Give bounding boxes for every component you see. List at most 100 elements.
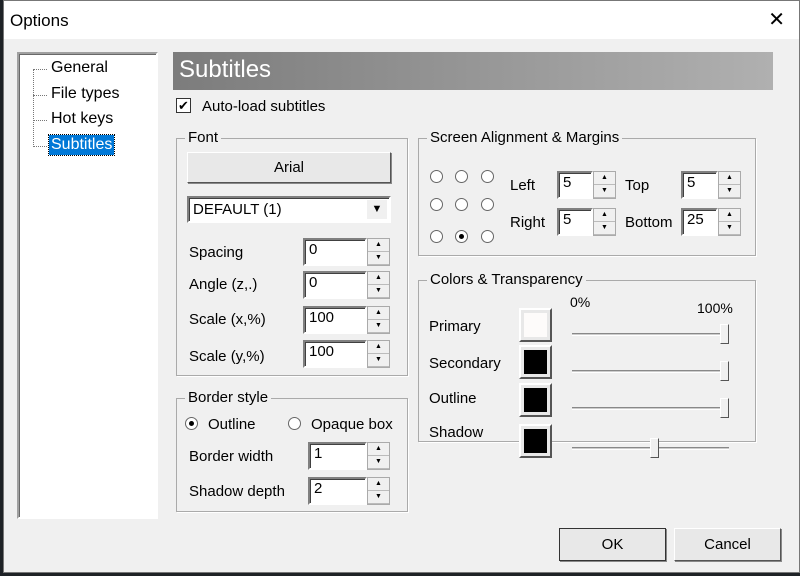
spin-down-icon[interactable]: ▼ [368, 252, 389, 265]
spin-down-icon[interactable]: ▼ [368, 456, 389, 469]
spin-down-icon[interactable]: ▼ [368, 491, 389, 504]
align-middle-left-radio[interactable] [430, 198, 443, 211]
tree-item-subtitles[interactable]: Subtitles [47, 134, 116, 156]
top-margin-stepper[interactable]: ▲ ▼ [718, 171, 741, 199]
spin-down-icon[interactable]: ▼ [368, 354, 389, 367]
scale-x-stepper[interactable]: ▲ ▼ [367, 306, 390, 334]
alignment-legend: Screen Alignment & Margins [427, 129, 623, 146]
align-top-left-radio[interactable] [430, 170, 443, 183]
outline-color-label: Outline [429, 390, 477, 407]
colors-legend: Colors & Transparency [427, 271, 586, 288]
tree-item-hot-keys[interactable]: Hot keys [49, 109, 115, 129]
slider-thumb[interactable] [720, 398, 729, 418]
shadow-depth-label: Shadow depth [189, 483, 285, 500]
spacing-input[interactable]: 0 [303, 238, 367, 266]
spin-down-icon[interactable]: ▼ [368, 285, 389, 298]
right-margin-stepper[interactable]: ▲ ▼ [593, 208, 616, 236]
page-title: Subtitles [173, 52, 773, 90]
spin-down-icon[interactable]: ▼ [594, 222, 615, 235]
spin-up-icon[interactable]: ▲ [719, 209, 740, 222]
spin-up-icon[interactable]: ▲ [368, 478, 389, 491]
spin-up-icon[interactable]: ▲ [368, 341, 389, 354]
border-width-stepper[interactable]: ▲ ▼ [367, 442, 390, 470]
primary-opacity-slider[interactable] [572, 324, 729, 344]
spacing-stepper[interactable]: ▲ ▼ [367, 238, 390, 266]
right-margin-input[interactable]: 5 [557, 208, 593, 236]
scale-x-input[interactable]: 100 [303, 306, 367, 334]
tree-item-file-types[interactable]: File types [49, 84, 121, 104]
align-bottom-center-radio[interactable] [455, 230, 468, 243]
primary-color-swatch[interactable] [519, 308, 552, 342]
font-button[interactable]: Arial [187, 152, 391, 183]
align-bottom-left-radio[interactable] [430, 230, 443, 243]
spin-up-icon[interactable]: ▲ [368, 443, 389, 456]
left-margin-label: Left [510, 177, 536, 194]
title-bar: Options ✕ [4, 1, 799, 39]
spin-up-icon[interactable]: ▲ [368, 239, 389, 252]
align-bottom-right-radio[interactable] [481, 230, 494, 243]
charset-select[interactable]: DEFAULT (1) ▼ [187, 196, 391, 223]
shadow-opacity-slider[interactable] [572, 438, 729, 458]
outline-radio-label: Outline [208, 416, 256, 433]
slider-thumb[interactable] [720, 324, 729, 344]
spin-down-icon[interactable]: ▼ [719, 185, 740, 198]
scale-y-input[interactable]: 100 [303, 340, 367, 368]
top-margin-input[interactable]: 5 [681, 171, 718, 199]
left-margin-stepper[interactable]: ▲ ▼ [593, 171, 616, 199]
shadow-depth-stepper[interactable]: ▲ ▼ [367, 477, 390, 505]
charset-value: DEFAULT (1) [193, 201, 282, 218]
spin-up-icon[interactable]: ▲ [594, 209, 615, 222]
secondary-color-swatch[interactable] [519, 345, 552, 379]
spin-up-icon[interactable]: ▲ [594, 172, 615, 185]
spin-up-icon[interactable]: ▲ [719, 172, 740, 185]
spin-down-icon[interactable]: ▼ [594, 185, 615, 198]
opaque-box-radio[interactable] [288, 417, 301, 430]
close-icon[interactable]: ✕ [768, 7, 785, 32]
min-opacity-label: 0% [570, 294, 591, 310]
tree-connector [33, 69, 34, 147]
tree-connector [33, 120, 47, 121]
autoload-checkbox[interactable]: ✔ [176, 98, 191, 113]
ok-button[interactable]: OK [559, 528, 666, 561]
max-opacity-label: 100% [697, 300, 733, 316]
border-width-label: Border width [189, 448, 274, 465]
scale-y-stepper[interactable]: ▲ ▼ [367, 340, 390, 368]
border-style-legend: Border style [185, 389, 272, 406]
chevron-down-icon[interactable]: ▼ [367, 200, 387, 219]
bottom-margin-label: Bottom [625, 214, 673, 231]
category-tree[interactable]: General File types Hot keys Subtitles [17, 52, 158, 519]
tree-connector [33, 95, 47, 96]
right-margin-label: Right [510, 214, 546, 231]
slider-thumb[interactable] [650, 438, 660, 458]
align-middle-right-radio[interactable] [481, 198, 494, 211]
shadow-color-swatch[interactable] [519, 424, 552, 458]
color-fill [524, 388, 547, 412]
spin-up-icon[interactable]: ▲ [368, 272, 389, 285]
autoload-label: Auto-load subtitles [202, 98, 326, 115]
spin-down-icon[interactable]: ▼ [719, 222, 740, 235]
spin-down-icon[interactable]: ▼ [368, 320, 389, 333]
secondary-opacity-slider[interactable] [572, 361, 729, 381]
left-margin-input[interactable]: 5 [557, 171, 593, 199]
outline-opacity-slider[interactable] [572, 398, 729, 418]
tree-item-general[interactable]: General [49, 58, 110, 78]
shadow-depth-input[interactable]: 2 [308, 477, 367, 505]
border-width-input[interactable]: 1 [308, 442, 367, 470]
outline-radio[interactable] [185, 417, 198, 430]
spacing-label: Spacing [189, 244, 244, 261]
tree-connector [33, 69, 47, 70]
outline-color-swatch[interactable] [519, 383, 552, 417]
tree-connector [33, 146, 47, 147]
bottom-margin-input[interactable]: 25 [681, 208, 718, 236]
color-fill [524, 313, 547, 337]
angle-stepper[interactable]: ▲ ▼ [367, 271, 390, 299]
bottom-margin-stepper[interactable]: ▲ ▼ [718, 208, 741, 236]
align-top-center-radio[interactable] [455, 170, 468, 183]
opaque-box-label: Opaque box [311, 416, 393, 433]
angle-input[interactable]: 0 [303, 271, 367, 299]
spin-up-icon[interactable]: ▲ [368, 307, 389, 320]
align-top-right-radio[interactable] [481, 170, 494, 183]
slider-thumb[interactable] [720, 361, 729, 381]
align-middle-center-radio[interactable] [455, 198, 468, 211]
cancel-button[interactable]: Cancel [674, 528, 781, 561]
